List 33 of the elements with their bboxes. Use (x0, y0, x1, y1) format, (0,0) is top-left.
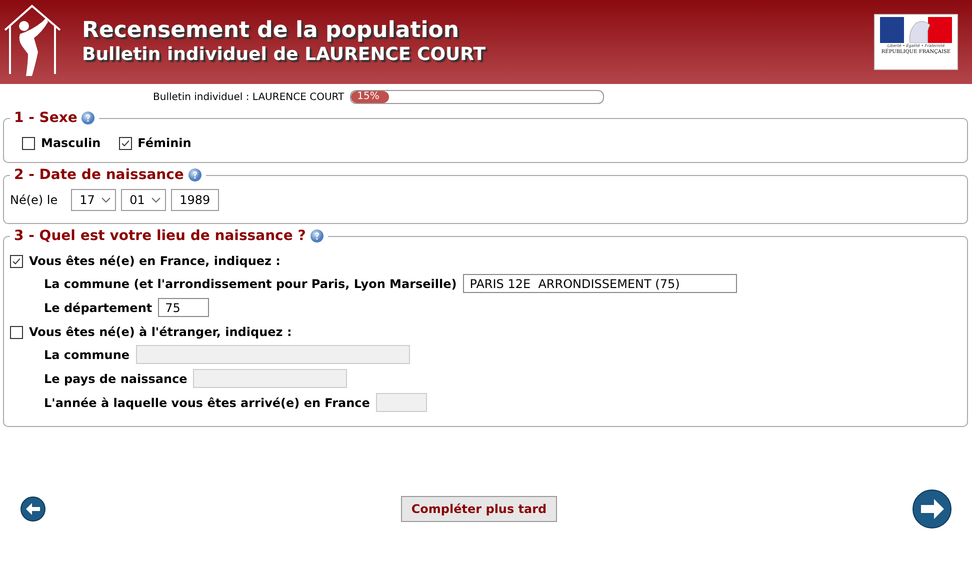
help-icon[interactable] (188, 168, 202, 182)
field-label: Le département (44, 300, 152, 314)
checkbox[interactable] (10, 254, 23, 268)
checkbox[interactable] (118, 136, 132, 150)
field-label: Le pays de naissance (44, 372, 188, 386)
caret-icon (100, 197, 111, 203)
help-icon[interactable] (310, 229, 324, 243)
checkbox[interactable] (10, 326, 23, 338)
date-select[interactable]: 17 (70, 189, 116, 211)
progress-fill: 15% (351, 91, 389, 103)
checkbox[interactable] (22, 136, 35, 150)
field-label: La commune (44, 348, 130, 362)
year-field[interactable]: 1989 (170, 189, 220, 211)
option-label[interactable]: Vous êtes né(e) à l'étranger, indiquez : (29, 325, 292, 339)
progress-label: Bulletin individuel : LAURENCE COURT (153, 92, 344, 102)
section-title: 3 - Quel est votre lieu de naissance ? (14, 228, 306, 244)
input-field[interactable]: 75 (158, 298, 210, 317)
caret-icon (150, 197, 161, 203)
option-label[interactable]: Féminin (138, 136, 192, 150)
option-label[interactable]: Masculin (41, 136, 101, 150)
section-title: 1 - Sexe (14, 110, 78, 126)
date-select[interactable]: 01 (120, 189, 166, 211)
section-title: 2 - Date de naissance (14, 167, 184, 183)
help-icon[interactable] (81, 111, 96, 125)
page-title: Recensement de la population (82, 18, 460, 44)
option-label[interactable]: Vous êtes né(e) en France, indiquez : (29, 254, 280, 268)
complete-later-button[interactable]: Compléter plus tard (401, 496, 557, 522)
input-field[interactable]: PARIS 12E ARRONDISSEMENT (75) (462, 274, 737, 293)
field-label: L'année à laquelle vous êtes arrivé(e) en France (44, 396, 370, 410)
date-label: Né(e) le (10, 193, 58, 207)
flag-icon (880, 17, 952, 43)
page-subtitle: Bulletin individuel de LAURENCE COURT (82, 44, 486, 66)
field-label: La commune (et l'arrondissement pour Paris, Lyon Marseille) (44, 276, 457, 290)
